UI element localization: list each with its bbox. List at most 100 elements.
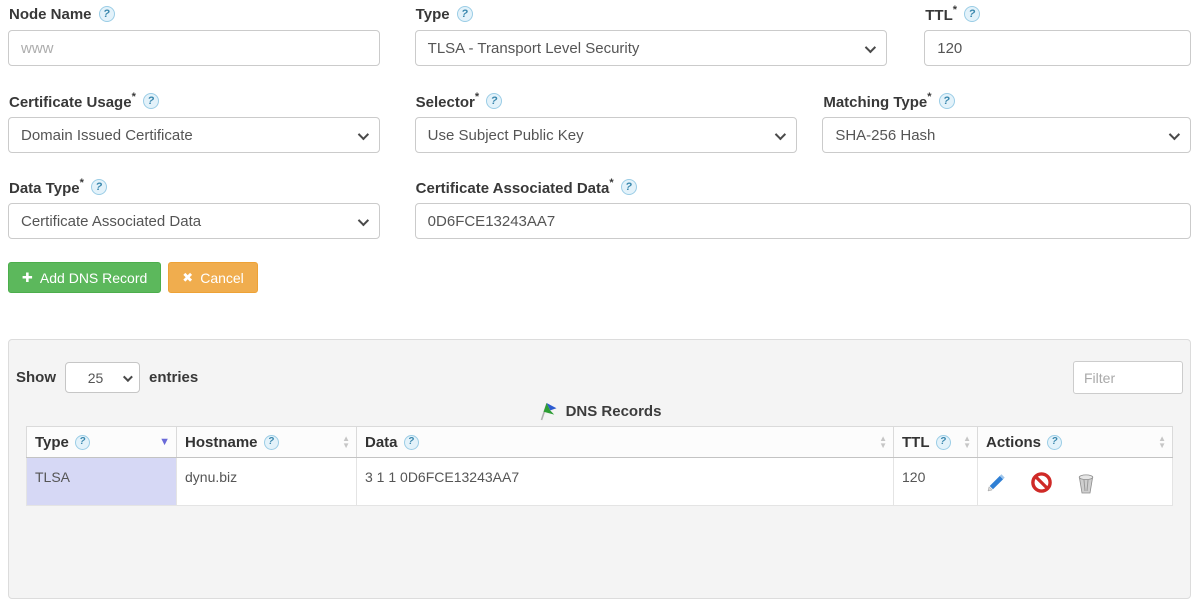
column-label: Type [35,433,69,451]
certificate-associated-data-input[interactable] [414,203,1191,239]
certificate-usage-field: Certificate Usage* ? Domain Issued Certi… [8,90,380,153]
type-label: Type [415,5,450,23]
record-type-cell: TLSA [26,457,177,506]
page-size-value: 25 [87,369,104,386]
column-header-hostname[interactable]: Hostname ? ▲ ▼ [176,426,357,458]
table-controls: Show 25 entries [15,361,1184,394]
chevron-down-icon [1168,128,1181,141]
table-title: DNS Records [15,401,1184,421]
matching-type-value: SHA-256 Hash [835,126,936,144]
chevron-down-icon [775,128,787,141]
cancel-button-label: Cancel [200,269,244,286]
data-type-select[interactable]: Certificate Associated Data [8,203,380,239]
matching-type-field: Matching Type* ? SHA-256 Hash [822,90,1191,153]
type-field: Type ? TLSA - Transport Level Security [414,5,888,66]
page-size-select[interactable]: 25 [65,362,140,393]
help-icon[interactable]: ? [620,179,637,195]
required-asterisk: * [609,176,614,189]
selector-value: Use Subject Public Key [427,126,584,144]
column-label: Hostname [185,433,258,451]
help-icon[interactable]: ? [456,6,473,22]
flag-icon [538,401,558,421]
dns-records-panel: Show 25 entries DNS Records Type ? [8,339,1191,599]
help-icon[interactable]: ? [486,93,503,109]
column-header-ttl[interactable]: TTL ? ▲ ▼ [893,426,978,458]
record-actions-cell [977,457,1173,506]
help-icon[interactable]: ? [90,179,107,195]
table-row: TLSA dynu.biz 3 1 1 0D6FCE13243AA7 120 [26,457,1173,506]
selector-label: Selector* [415,90,480,111]
required-asterisk: * [131,90,136,103]
column-header-data[interactable]: Data ? ▲ ▼ [356,426,894,458]
chevron-down-icon [865,41,877,54]
help-icon[interactable]: ? [98,6,115,22]
type-select[interactable]: TLSA - Transport Level Security [414,30,888,66]
help-icon[interactable]: ? [74,434,90,450]
chevron-down-icon [122,372,133,383]
chevron-down-icon [357,214,369,227]
table-header-row: Type ? ▼ Hostname ? ▲ ▼ Data ? ▲ ▼ TTL ?… [26,426,1173,458]
filter-input[interactable] [1073,361,1183,394]
ttl-field: TTL* ? [924,3,1192,66]
help-icon[interactable]: ? [964,6,981,22]
sort-icon: ▲ ▼ [342,434,350,450]
node-name-input[interactable] [8,30,380,66]
required-asterisk: * [927,90,932,103]
column-label: Data [365,433,398,451]
sort-icon: ▲ ▼ [1158,434,1166,450]
column-header-actions[interactable]: Actions ? ▲ ▼ [977,426,1173,458]
form-row-3: Data Type* ? Certificate Associated Data… [8,176,1191,239]
sort-icon: ▲ ▼ [879,434,887,450]
record-hostname-cell: dynu.biz [176,457,357,506]
certificate-associated-data-field: Certificate Associated Data* ? [414,176,1191,239]
entries-label: entries [149,369,199,386]
data-type-value: Certificate Associated Data [21,212,202,230]
required-asterisk: * [952,3,958,16]
certificate-usage-label: Certificate Usage* [9,90,136,111]
show-label: Show [16,369,56,386]
help-icon[interactable]: ? [938,93,955,109]
matching-type-label: Matching Type* [823,90,932,111]
column-header-type[interactable]: Type ? ▼ [26,426,177,458]
ttl-label: TTL* [925,3,958,24]
form-row-1: Node Name ? Type ? TLSA - Transport Leve… [8,3,1192,66]
help-icon[interactable]: ? [142,93,159,109]
required-asterisk: * [79,176,84,189]
certificate-usage-value: Domain Issued Certificate [21,126,193,144]
ttl-input[interactable] [924,30,1192,66]
edit-icon[interactable] [986,472,1007,493]
help-icon[interactable]: ? [935,434,951,450]
x-icon: ✖ [182,269,194,285]
disable-icon[interactable] [1030,471,1053,494]
type-select-value: TLSA - Transport Level Security [427,39,640,57]
plus-icon: ✚ [22,269,33,285]
help-icon[interactable]: ? [1047,434,1063,450]
form-row-2: Certificate Usage* ? Domain Issued Certi… [8,90,1191,153]
help-icon[interactable]: ? [403,434,419,450]
add-button-label: Add DNS Record [39,269,148,286]
node-name-label: Node Name [9,5,92,23]
required-asterisk: * [474,90,480,103]
record-data-cell: 3 1 1 0D6FCE13243AA7 [356,457,894,506]
node-name-field: Node Name ? [8,5,380,66]
certificate-usage-select[interactable]: Domain Issued Certificate [8,117,380,153]
selector-select[interactable]: Use Subject Public Key [414,117,798,153]
sort-icon: ▲ ▼ [963,434,971,450]
column-label: Actions [986,433,1042,451]
record-ttl-cell: 120 [893,457,978,506]
matching-type-select[interactable]: SHA-256 Hash [822,117,1191,153]
selector-field: Selector* ? Use Subject Public Key [414,90,798,153]
certificate-associated-data-label: Certificate Associated Data* [415,176,614,197]
delete-icon[interactable] [1076,472,1096,494]
chevron-down-icon [357,128,369,141]
help-icon[interactable]: ? [263,434,279,450]
form-buttons: ✚ Add DNS Record ✖ Cancel [8,262,1191,293]
column-label: TTL [902,433,930,451]
data-type-field: Data Type* ? Certificate Associated Data [8,176,380,239]
dns-records-table: Type ? ▼ Hostname ? ▲ ▼ Data ? ▲ ▼ TTL ?… [26,426,1173,506]
sort-desc-icon: ▼ [159,435,170,448]
table-title-text: DNS Records [565,402,662,420]
cancel-button[interactable]: ✖ Cancel [168,262,258,293]
add-dns-record-button[interactable]: ✚ Add DNS Record [8,262,162,293]
data-type-label: Data Type* [9,176,84,197]
